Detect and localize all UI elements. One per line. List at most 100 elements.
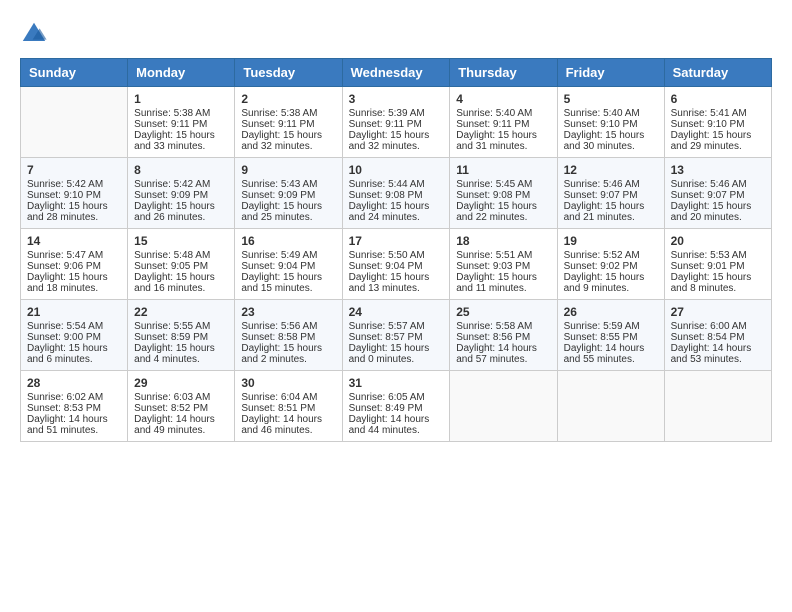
- calendar-week-row: 28 Sunrise: 6:02 AMSunset: 8:53 PM Dayligh…: [21, 371, 772, 442]
- daylight-text: Daylight: 15 hours and 28 minutes.: [27, 201, 121, 223]
- calendar-cell: 24Sunrise: 5:57 AMSunset: 8:57 PMDayligh…: [342, 300, 450, 371]
- sunset-text: Sunset: 8:49 PM: [349, 403, 444, 414]
- calendar-cell: 15Sunrise: 5:48 AMSunset: 9:05 PMDayligh…: [128, 229, 235, 300]
- daylight-text: Daylight: 15 hours and 31 minutes.: [456, 130, 550, 152]
- calendar-cell: 17Sunrise: 5:50 AMSunset: 9:04 PMDayligh…: [342, 229, 450, 300]
- sunrise-text: Sunrise: 5:54 AM: [27, 321, 121, 332]
- sunrise-text: Sunrise: 5:55 AM: [134, 321, 228, 332]
- sunset-text: Sunset: 9:08 PM: [349, 190, 444, 201]
- daylight-text: Daylight: 15 hours and 13 minutes.: [349, 272, 444, 294]
- daylight-text: Daylight: 15 hours and 6 minutes.: [27, 343, 121, 365]
- sunset-text: Sunset: 8:57 PM: [349, 332, 444, 343]
- sunset-text: Sunset: 9:11 PM: [349, 119, 444, 130]
- weekday-header-monday: Monday: [128, 59, 235, 87]
- calendar-cell: 1Sunrise: 5:38 AMSunset: 9:11 PMDaylight…: [128, 87, 235, 158]
- weekday-header-wednesday: Wednesday: [342, 59, 450, 87]
- sunrise-text: Sunrise: 5:59 AM: [564, 321, 658, 332]
- calendar-cell: 3Sunrise: 5:39 AMSunset: 9:11 PMDaylight…: [342, 87, 450, 158]
- day-number: 25: [456, 305, 550, 319]
- sunrise-text: Sunrise: 6:03 AM: [134, 392, 228, 403]
- sunset-text: Sunset: 9:09 PM: [134, 190, 228, 201]
- day-number: 11: [456, 163, 550, 177]
- sunrise-text: Sunrise: 5:39 AM: [349, 108, 444, 119]
- day-number: 7: [27, 163, 121, 177]
- sunset-text: Sunset: 8:53 PM: [27, 403, 121, 414]
- sunset-text: Sunset: 8:55 PM: [564, 332, 658, 343]
- sunset-text: Sunset: 8:54 PM: [671, 332, 765, 343]
- daylight-text: Daylight: 15 hours and 2 minutes.: [241, 343, 335, 365]
- sunrise-text: Sunrise: 5:46 AM: [564, 179, 658, 190]
- sunrise-text: Sunrise: 5:50 AM: [349, 250, 444, 261]
- sunrise-text: Sunrise: 5:46 AM: [671, 179, 765, 190]
- sunset-text: Sunset: 9:11 PM: [456, 119, 550, 130]
- calendar-week-row: 1Sunrise: 5:38 AMSunset: 9:11 PMDaylight…: [21, 87, 772, 158]
- sunset-text: Sunset: 8:58 PM: [241, 332, 335, 343]
- page-header: [20, 20, 772, 48]
- day-number: 8: [134, 163, 228, 177]
- sunset-text: Sunset: 9:04 PM: [349, 261, 444, 272]
- daylight-text: Daylight: 15 hours and 21 minutes.: [564, 201, 658, 223]
- sunset-text: Sunset: 9:05 PM: [134, 261, 228, 272]
- day-number: 9: [241, 163, 335, 177]
- calendar-cell: 31Sunrise: 6:05 AMSunset: 8:49 PMDayligh…: [342, 371, 450, 442]
- sunset-text: Sunset: 9:00 PM: [27, 332, 121, 343]
- sunrise-text: Sunrise: 5:49 AM: [241, 250, 335, 261]
- day-number: 10: [349, 163, 444, 177]
- daylight-text: Daylight: 15 hours and 11 minutes.: [456, 272, 550, 294]
- daylight-text: Daylight: 14 hours and 53 minutes.: [671, 343, 765, 365]
- sunset-text: Sunset: 8:51 PM: [241, 403, 335, 414]
- daylight-text: Daylight: 15 hours and 0 minutes.: [349, 343, 444, 365]
- logo: [20, 20, 52, 48]
- daylight-text: Daylight: 15 hours and 29 minutes.: [671, 130, 765, 152]
- day-number: 5: [564, 92, 658, 106]
- sunrise-text: Sunrise: 5:43 AM: [241, 179, 335, 190]
- daylight-text: Daylight: 14 hours and 49 minutes.: [134, 414, 228, 436]
- day-number: 27: [671, 305, 765, 319]
- sunset-text: Sunset: 9:08 PM: [456, 190, 550, 201]
- sunrise-text: Sunrise: 5:38 AM: [134, 108, 228, 119]
- sunset-text: Sunset: 8:52 PM: [134, 403, 228, 414]
- calendar-cell: [450, 371, 557, 442]
- calendar-cell: 11 Sunrise: 5:45 AMSunset: 9:08 PMDayligh…: [450, 158, 557, 229]
- day-number: 24: [349, 305, 444, 319]
- sunrise-text: Sunrise: 5:44 AM: [349, 179, 444, 190]
- weekday-header-sunday: Sunday: [21, 59, 128, 87]
- day-number: 28: [27, 376, 121, 390]
- calendar-cell: 23Sunrise: 5:56 AMSunset: 8:58 PMDayligh…: [235, 300, 342, 371]
- sunrise-text: Sunrise: 6:02 AM: [27, 392, 121, 403]
- daylight-text: Daylight: 15 hours and 22 minutes.: [456, 201, 550, 223]
- sunset-text: Sunset: 8:59 PM: [134, 332, 228, 343]
- sunrise-text: Sunrise: 6:05 AM: [349, 392, 444, 403]
- calendar-cell: 14Sunrise: 5:47 AMSunset: 9:06 PMDayligh…: [21, 229, 128, 300]
- daylight-text: Daylight: 15 hours and 15 minutes.: [241, 272, 335, 294]
- daylight-text: Daylight: 15 hours and 20 minutes.: [671, 201, 765, 223]
- sunrise-text: Sunrise: 5:42 AM: [134, 179, 228, 190]
- daylight-text: Daylight: 15 hours and 26 minutes.: [134, 201, 228, 223]
- calendar-cell: 13Sunrise: 5:46 AMSunset: 9:07 PMDayligh…: [664, 158, 771, 229]
- sunrise-text: Sunrise: 5:48 AM: [134, 250, 228, 261]
- calendar-cell: 28Sunrise: 6:02 AMSunset: 8:53 PMDayligh…: [21, 371, 128, 442]
- weekday-header-row: SundayMondayTuesdayWednesdayThursdayFrid…: [21, 59, 772, 87]
- calendar-table: SundayMondayTuesdayWednesdayThursdayFrid…: [20, 58, 772, 442]
- sunset-text: Sunset: 9:06 PM: [27, 261, 121, 272]
- day-number: 15: [134, 234, 228, 248]
- calendar-cell: 7Sunrise: 5:42 AMSunset: 9:10 PMDaylight…: [21, 158, 128, 229]
- day-number: 14: [27, 234, 121, 248]
- day-number: 31: [349, 376, 444, 390]
- sunset-text: Sunset: 9:10 PM: [671, 119, 765, 130]
- sunrise-text: Sunrise: 5:42 AM: [27, 179, 121, 190]
- weekday-header-friday: Friday: [557, 59, 664, 87]
- sunrise-text: Sunrise: 6:04 AM: [241, 392, 335, 403]
- calendar-cell: 27 Sunrise: 6:00 AMSunset: 8:54 PMDayligh…: [664, 300, 771, 371]
- calendar-cell: 20Sunrise: 5:53 AMSunset: 9:01 PMDayligh…: [664, 229, 771, 300]
- sunrise-text: Sunrise: 5:41 AM: [671, 108, 765, 119]
- sunrise-text: Sunrise: 5:45 AM: [456, 179, 550, 190]
- sunrise-text: Sunrise: 6:00 AM: [671, 321, 765, 332]
- sunset-text: Sunset: 9:07 PM: [564, 190, 658, 201]
- calendar-cell: 26Sunrise: 5:59 AMSunset: 8:55 PMDayligh…: [557, 300, 664, 371]
- sunset-text: Sunset: 9:11 PM: [134, 119, 228, 130]
- daylight-text: Daylight: 15 hours and 32 minutes.: [241, 130, 335, 152]
- sunrise-text: Sunrise: 5:53 AM: [671, 250, 765, 261]
- sunset-text: Sunset: 9:02 PM: [564, 261, 658, 272]
- daylight-text: Daylight: 15 hours and 32 minutes.: [349, 130, 444, 152]
